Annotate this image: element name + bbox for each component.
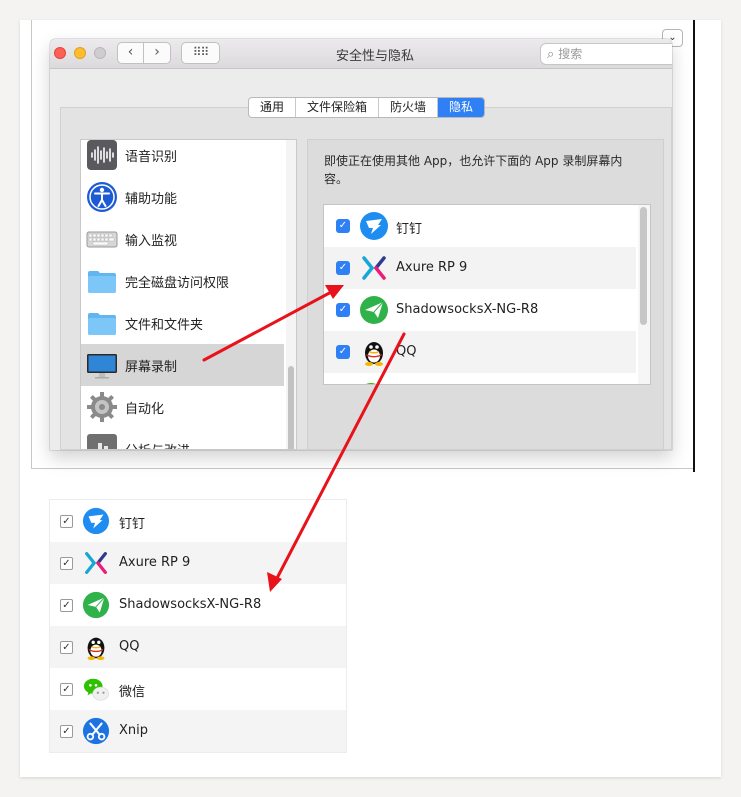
app-name: 钉钉	[119, 517, 146, 532]
display-icon	[87, 354, 117, 379]
app-name: 钉钉	[396, 222, 423, 237]
list-item[interactable]: ✓ QQ	[50, 626, 346, 668]
zoom-window-button[interactable]	[94, 47, 106, 59]
shadowsocks-icon	[82, 591, 110, 619]
list-item[interactable]: ✓ 钉钉	[50, 500, 346, 542]
qq-icon	[365, 342, 383, 366]
app-checkbox[interactable]: ✓	[60, 725, 73, 738]
list-item[interactable]: ✓ ShadowsocksX-NG-R8	[50, 584, 346, 626]
sidebar-item-files-and-folders[interactable]: 文件和文件夹	[81, 302, 284, 344]
sidebar-scrollbar-thumb[interactable]	[288, 366, 294, 449]
app-name: 微信	[119, 685, 146, 700]
app-checkbox[interactable]: ✓	[336, 303, 350, 317]
screen-recording-panel: 即使正在使用其他 App，也允许下面的 App 录制屏幕内容。 ✓ 钉钉 ✓ A…	[307, 139, 664, 450]
sidebar-item-accessibility[interactable]: 辅助功能	[81, 176, 284, 218]
show-all-button[interactable]: ⠿⠿	[181, 42, 220, 64]
sidebar-item-analytics[interactable]: 分析与改进	[81, 428, 284, 449]
axure-icon	[362, 256, 386, 280]
chevron-left-icon: ‹	[127, 44, 134, 60]
tab-general[interactable]: 通用	[249, 98, 297, 117]
dingtalk-icon	[360, 212, 388, 240]
app-name: ShadowsocksX-NG-R8	[396, 302, 539, 317]
minimize-window-button[interactable]	[74, 47, 86, 59]
folder-icon	[88, 313, 116, 335]
app-checkbox[interactable]: ✓	[60, 683, 73, 696]
list-item[interactable]	[324, 373, 636, 384]
back-button[interactable]: ‹	[117, 42, 144, 64]
grid-icon: ⠿⠿	[192, 45, 210, 59]
forward-button[interactable]: ›	[144, 42, 171, 64]
app-name: QQ	[119, 639, 140, 654]
axure-icon	[85, 552, 107, 574]
list-item[interactable]: ✓ Xnip	[50, 710, 346, 752]
app-name: QQ	[396, 344, 417, 359]
qq-icon	[87, 637, 105, 661]
wechat-icon	[83, 678, 109, 701]
list-item[interactable]: ✓ ShadowsocksX-NG-R8	[324, 289, 636, 331]
app-checkbox[interactable]: ✓	[60, 599, 73, 612]
xnip-icon	[82, 717, 110, 745]
capture-edge	[693, 20, 695, 472]
chevron-right-icon: ›	[154, 44, 160, 60]
sidebar-item-label: 辅助功能	[125, 192, 178, 207]
tab-filevault[interactable]: 文件保险箱	[296, 98, 380, 117]
privacy-category-list: 语音识别 辅助功能 输入监视 完全磁盘访问权限 文件和文件夹 屏幕录制 自动化	[80, 139, 297, 450]
app-name: ShadowsocksX-NG-R8	[119, 597, 262, 612]
sidebar-item-label: 文件和文件夹	[125, 318, 204, 333]
app-checkbox[interactable]: ✓	[336, 345, 350, 359]
tab-bar: 通用 文件保险箱 防火墙 隐私	[248, 97, 486, 118]
tab-privacy[interactable]: 隐私	[438, 98, 485, 117]
list-item[interactable]: ✓ QQ	[324, 331, 636, 373]
search-icon: ⌕	[547, 47, 555, 62]
panel-description: 即使正在使用其他 App，也允许下面的 App 录制屏幕内容。	[324, 154, 623, 186]
sidebar-item-label: 分析与改进	[125, 440, 190, 449]
search-placeholder: 搜索	[558, 47, 583, 61]
app-list: ✓ 钉钉 ✓ Axure RP 9 ✓ ShadowsocksX-NG-R8 ✓…	[323, 204, 651, 385]
speech-recognition-icon	[87, 140, 117, 170]
sidebar-item-automation[interactable]: 自动化	[81, 386, 284, 428]
gear-icon	[87, 392, 117, 422]
app-checkbox[interactable]: ✓	[60, 557, 73, 570]
sidebar-item-label: 语音识别	[125, 150, 178, 165]
window-title: 安全性与隐私	[335, 49, 414, 64]
app-name: Axure RP 9	[396, 260, 468, 275]
list-item[interactable]: ✓ 微信	[50, 668, 346, 710]
search-input[interactable]: ⌕ 搜索	[540, 43, 672, 65]
dingtalk-icon	[82, 507, 110, 535]
wechat-icon	[366, 383, 376, 384]
sidebar-item-label: 屏幕录制	[125, 360, 178, 375]
zoomed-app-list: ✓ 钉钉 ✓ Axure RP 9 ✓ ShadowsocksX-NG-R8 ✓	[50, 500, 346, 752]
security-privacy-window: ‹ › ⠿⠿ 安全性与隐私 ⌕ 搜索 通用 文件保险箱 防火墙 隐私 语音识别 …	[50, 39, 672, 450]
tab-firewall[interactable]: 防火墙	[379, 98, 439, 117]
app-checkbox[interactable]: ✓	[60, 641, 73, 654]
sidebar-item-label: 完全磁盘访问权限	[125, 276, 230, 291]
keyboard-icon	[86, 231, 118, 248]
sidebar-item-label: 自动化	[125, 402, 165, 417]
shadowsocks-icon	[360, 296, 388, 324]
sidebar-item-screen-recording[interactable]: 屏幕录制	[81, 344, 284, 386]
title-bar: ‹ › ⠿⠿ 安全性与隐私 ⌕ 搜索	[50, 39, 672, 69]
app-list-scrollbar-thumb[interactable]	[640, 207, 647, 325]
app-checkbox[interactable]: ✓	[60, 515, 73, 528]
app-checkbox[interactable]: ✓	[336, 261, 350, 275]
app-name: Xnip	[119, 723, 149, 738]
sidebar-item-label: 输入监视	[125, 234, 178, 249]
app-name: Axure RP 9	[119, 555, 191, 570]
list-item[interactable]: ✓ 钉钉	[324, 205, 636, 247]
sidebar-item-speech-recognition[interactable]: 语音识别	[81, 140, 284, 176]
close-window-button[interactable]	[54, 47, 66, 59]
sidebar-item-input-monitoring[interactable]: 输入监视	[81, 218, 284, 260]
accessibility-icon	[87, 182, 117, 212]
app-checkbox[interactable]: ✓	[336, 219, 350, 233]
list-item[interactable]: ✓ Axure RP 9	[50, 542, 346, 584]
sidebar-item-full-disk-access[interactable]: 完全磁盘访问权限	[81, 260, 284, 302]
analytics-icon	[87, 434, 117, 449]
folder-icon	[88, 271, 116, 293]
list-item[interactable]: ✓ Axure RP 9	[324, 247, 636, 289]
